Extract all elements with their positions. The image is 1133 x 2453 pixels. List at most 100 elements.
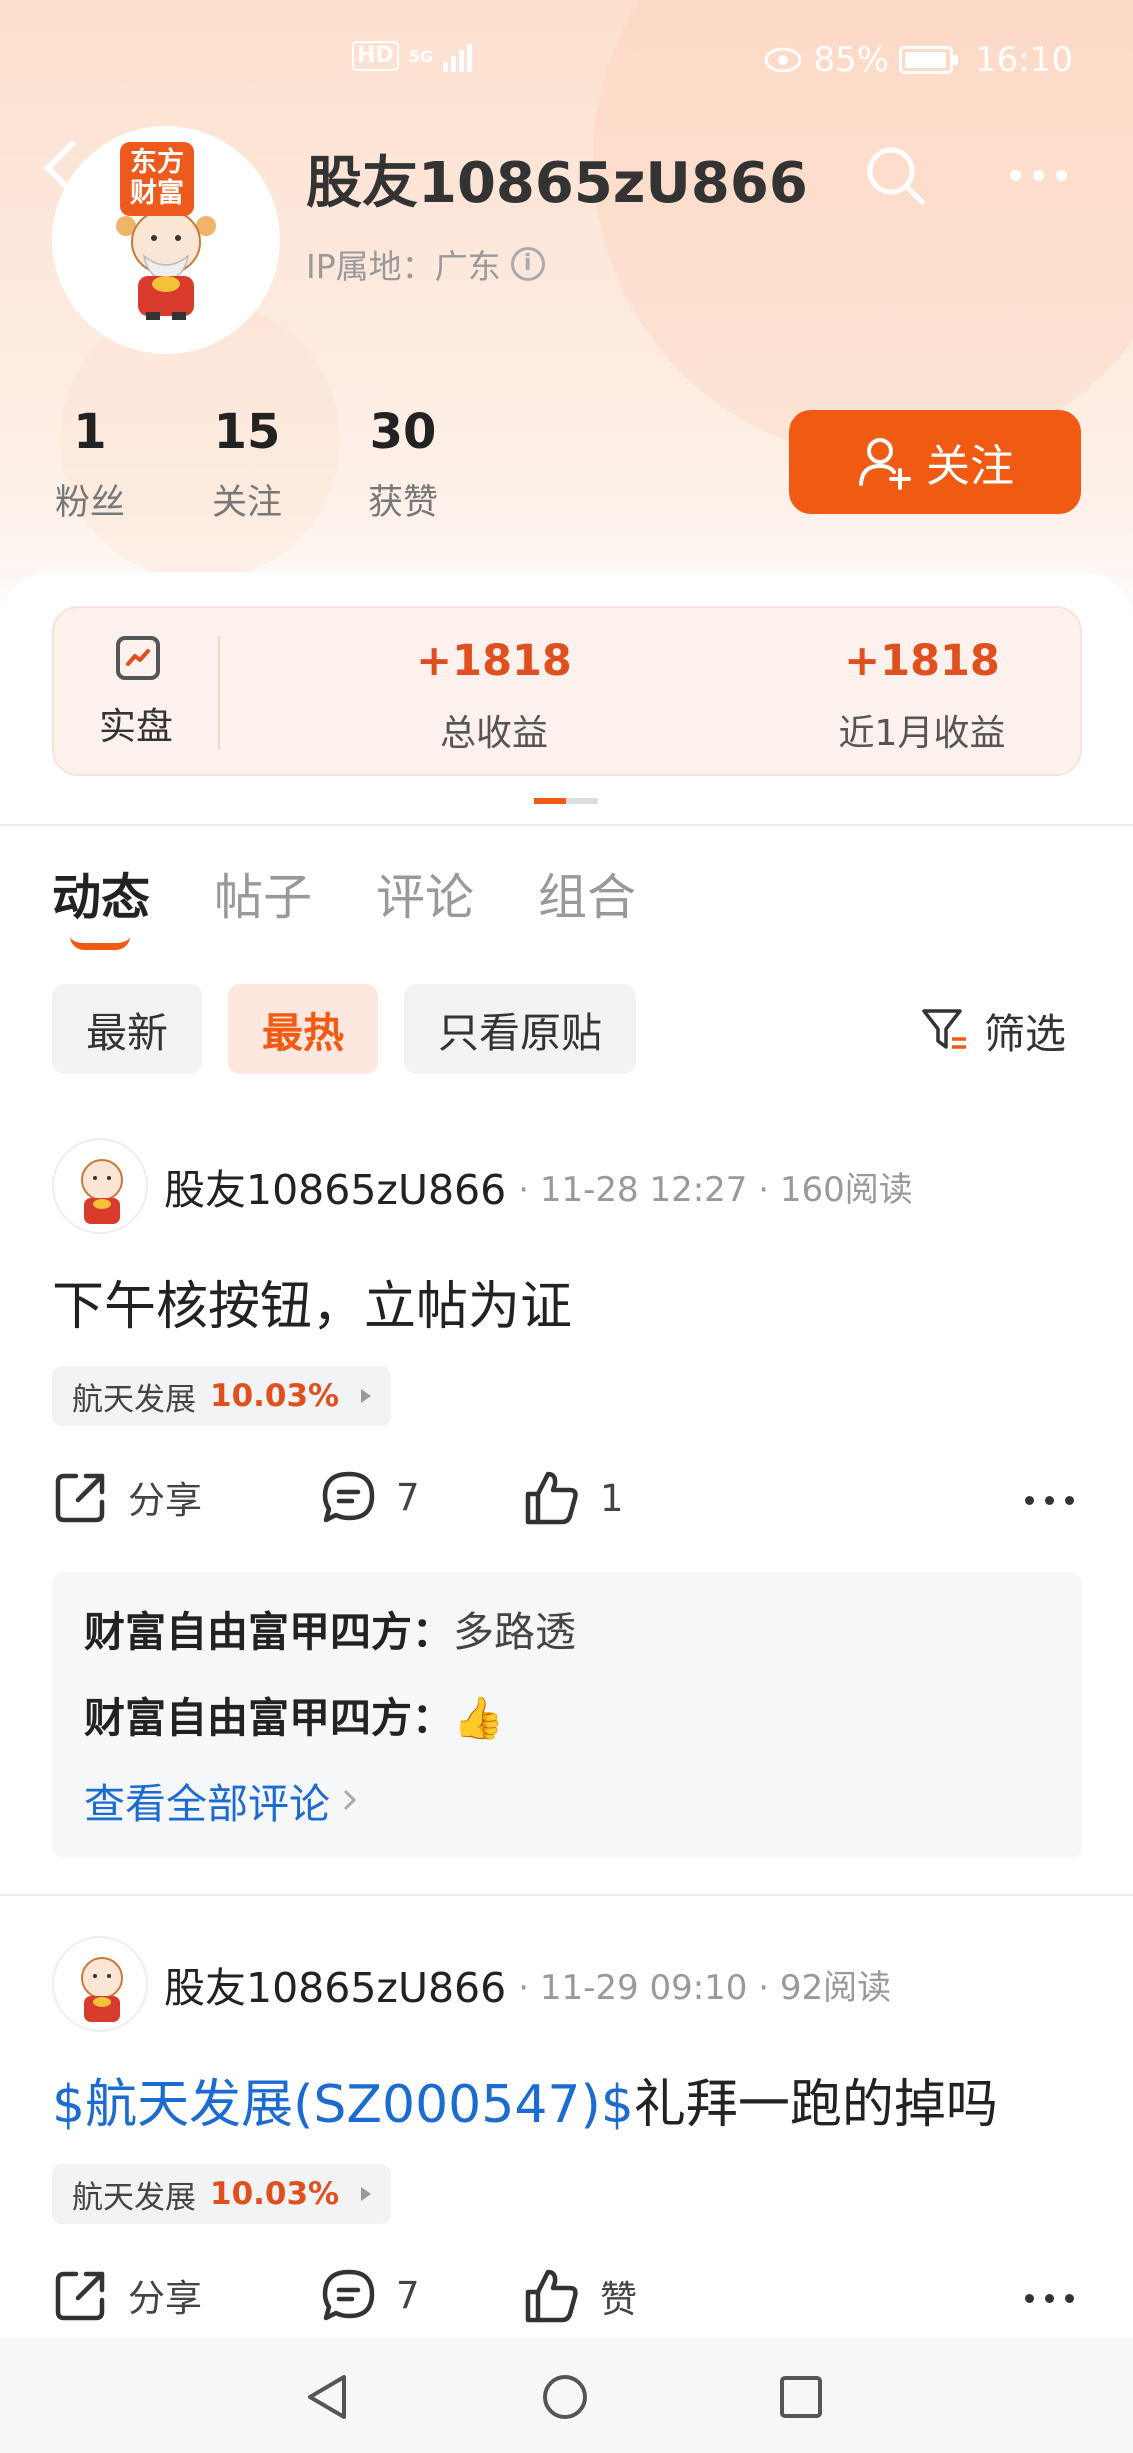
carousel-indicator — [534, 798, 598, 804]
more-options-icon[interactable] — [1025, 2294, 1074, 2303]
ip-location: IP属地：广东 i — [306, 240, 545, 288]
arrow-right-icon — [361, 1389, 372, 1403]
share-label: 分享 — [128, 2277, 202, 2320]
post-actions: 分享 7 赞 — [52, 2266, 1082, 2336]
author-avatar[interactable] — [52, 1138, 148, 1234]
post-content[interactable]: 下午核按钮，立帖为证 — [52, 1264, 572, 1339]
total-earnings-value: +1818 — [416, 636, 572, 686]
stock-tag[interactable]: 航天发展 10.03% — [52, 2164, 392, 2224]
author-avatar[interactable] — [52, 1936, 148, 2032]
recents-square-icon[interactable] — [778, 2374, 824, 2420]
sort-filters: 最新 最热 只看原贴 — [52, 984, 636, 1074]
tab-activity[interactable]: 动态 — [52, 858, 150, 950]
add-user-icon — [859, 438, 911, 490]
battery-percent: 85% — [813, 40, 890, 80]
earnings-card[interactable]: 实盘 +1818 总收益 +1818 近1月收益 — [52, 606, 1082, 776]
info-icon[interactable]: i — [510, 247, 545, 281]
filter-original-only[interactable]: 只看原贴 — [404, 984, 636, 1074]
real-account-label: 实盘 — [99, 705, 173, 748]
network-indicators: HD 5G — [352, 40, 472, 72]
stock-mention-link[interactable]: $航天发展(SZ000547)$ — [52, 2075, 634, 2135]
view-all-comments-link[interactable]: 查看全部评论 — [84, 1770, 358, 1830]
stat-fans[interactable]: 1 粉丝 — [30, 404, 150, 525]
post-content[interactable]: $航天发展(SZ000547)$礼拜一跑的掉吗 — [52, 2062, 998, 2137]
like-button[interactable]: 赞 — [522, 2266, 637, 2326]
thumbs-up-icon — [525, 1471, 578, 1525]
filter-latest[interactable]: 最新 — [52, 984, 202, 1074]
stat-label: 关注 — [211, 483, 282, 523]
post-author[interactable]: 股友10865zU866 — [164, 1954, 506, 2014]
comment-text: 多路透 — [453, 1608, 576, 1656]
real-account-badge[interactable]: 实盘 — [54, 608, 218, 778]
more-options-icon[interactable] — [1025, 1496, 1074, 1505]
thumbs-up-emoji: 👍 — [453, 1694, 505, 1742]
profile-username: 股友10865zU866 — [306, 151, 808, 216]
post-content-text: 礼拜一跑的掉吗 — [633, 2075, 998, 2135]
post-actions: 分享 7 1 — [52, 1468, 1082, 1538]
post-divider — [0, 1894, 1133, 1896]
like-count: 1 — [600, 1476, 624, 1520]
stock-change: 10.03% — [210, 2176, 340, 2212]
comments-preview[interactable]: 财富自由富甲四方：多路透 财富自由富甲四方：👍 查看全部评论 — [52, 1572, 1082, 1858]
signal-icon — [442, 40, 472, 72]
chart-trend-icon — [116, 636, 160, 680]
tab-comments[interactable]: 评论 — [376, 858, 474, 929]
section-divider — [0, 824, 1133, 826]
status-bar: HD 5G 85% 16:10 — [0, 40, 1133, 90]
search-icon[interactable] — [864, 144, 926, 206]
stat-value: 30 — [369, 404, 437, 460]
network-type: 5G — [408, 46, 433, 66]
comment-user[interactable]: 财富自由富甲四方： — [84, 1608, 453, 1656]
follow-button[interactable]: 关注 — [789, 410, 1081, 514]
month-earnings: +1818 近1月收益 — [742, 636, 1102, 756]
system-indicators: 85% 16:10 — [763, 40, 1073, 80]
comment-icon — [322, 1471, 375, 1523]
system-navigation-bar — [0, 2338, 1133, 2453]
month-earnings-value: +1818 — [844, 636, 1000, 686]
comment-button[interactable]: 7 — [320, 1468, 420, 1526]
more-options-icon[interactable] — [1010, 170, 1067, 181]
filter-hottest[interactable]: 最热 — [228, 984, 378, 1074]
chevron-right-icon — [343, 1789, 357, 1811]
stock-name: 航天发展 — [72, 1381, 196, 1418]
back-triangle-icon[interactable] — [304, 2372, 352, 2422]
home-circle-icon[interactable] — [540, 2372, 590, 2422]
follow-label: 关注 — [926, 441, 1014, 492]
comment-item: 财富自由富甲四方：👍 — [84, 1684, 504, 1744]
comment-count: 7 — [396, 1475, 420, 1519]
view-all-label: 查看全部评论 — [84, 1780, 330, 1828]
stock-change: 10.03% — [210, 1378, 340, 1414]
mascot-figure-icon — [81, 1159, 123, 1224]
stat-value: 1 — [73, 404, 107, 460]
stat-likes[interactable]: 30 获赞 — [343, 404, 463, 525]
tab-portfolio[interactable]: 组合 — [538, 858, 636, 929]
filter-label: 筛选 — [984, 1010, 1066, 1058]
share-icon — [55, 2271, 105, 2321]
filter-button[interactable]: 筛选 — [920, 1000, 1066, 1060]
comment-item: 财富自由富甲四方：多路透 — [84, 1598, 576, 1658]
stat-label: 获赞 — [367, 483, 438, 523]
share-button[interactable]: 分享 — [52, 1468, 202, 1526]
like-button[interactable]: 1 — [522, 1468, 624, 1528]
content-tabs: 动态 帖子 评论 组合 — [52, 858, 636, 950]
total-earnings-label: 总收益 — [439, 713, 548, 754]
tab-posts[interactable]: 帖子 — [214, 858, 312, 929]
funnel-icon — [922, 1009, 966, 1049]
stock-tag[interactable]: 航天发展 10.03% — [52, 1366, 392, 1426]
like-label: 赞 — [600, 2278, 637, 2321]
battery-icon — [899, 46, 959, 74]
hd-badge: HD — [352, 41, 399, 71]
share-button[interactable]: 分享 — [52, 2266, 202, 2324]
comment-button[interactable]: 7 — [320, 2266, 420, 2324]
stat-following[interactable]: 15 关注 — [187, 404, 307, 525]
thumbs-up-icon — [525, 2269, 578, 2323]
comment-user[interactable]: 财富自由富甲四方： — [84, 1694, 453, 1742]
comment-count: 7 — [396, 2273, 420, 2317]
stat-label: 粉丝 — [54, 483, 125, 523]
post-meta: · 11-29 09:10 · 92阅读 — [518, 1967, 892, 2008]
post-author[interactable]: 股友10865zU866 — [164, 1156, 506, 1216]
post-header: 股友10865zU866 · 11-28 12:27 · 160阅读 — [52, 1138, 913, 1234]
total-earnings: +1818 总收益 — [314, 636, 674, 756]
month-earnings-label: 近1月收益 — [838, 713, 1006, 754]
tab-active-indicator — [70, 936, 130, 950]
